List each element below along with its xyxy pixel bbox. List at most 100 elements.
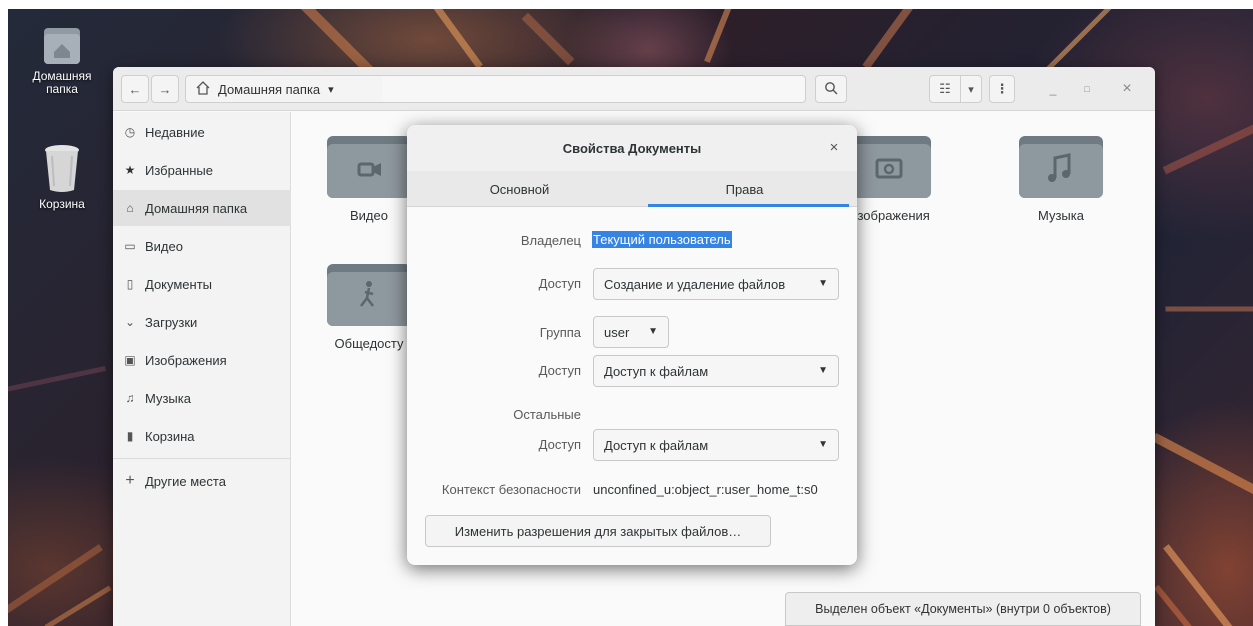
sidebar-item-other-places[interactable]: + Другие места [113,463,291,499]
trash-icon [42,142,82,194]
sidebar-item-music[interactable]: ♫ Музыка [113,380,291,416]
owner-label: Владелец [520,233,581,248]
owner-access-label: Доступ [538,276,581,291]
home-icon [196,80,210,98]
folder-music[interactable]: Музыка [1006,136,1116,223]
chevron-down-icon: ▼ [818,439,828,450]
folder-label: Музыка [1038,208,1084,223]
view-options-button[interactable]: ▾ [960,75,982,103]
sidebar-item-downloads[interactable]: ⌄ Загрузки [113,304,291,340]
maximize-icon: □ [1084,84,1090,94]
document-icon: ▯ [126,277,134,291]
minimize-icon: _ [1049,82,1057,96]
sidebar-item-videos[interactable]: ▭ Видео [113,228,291,264]
chevron-down-icon: ▼ [818,278,828,289]
trash-icon: ▮ [126,429,134,443]
sidebar-item-label: Изображения [145,352,227,368]
video-icon: ▭ [124,239,136,253]
search-icon [824,81,838,98]
path-label: Домашняя папка [218,81,321,97]
sidebar-item-home[interactable]: ⌂ Домашняя папка [113,190,291,226]
security-context-value: unconfined_u:object_r:user_home_t:s0 [593,482,818,497]
header-bar: ← → Домашняя папка ▾ ☷ ▾ ⋮ _ □ × [113,67,1155,111]
music-icon: ♫ [125,391,135,405]
sidebar-item-label: Видео [145,238,183,254]
sidebar-item-documents[interactable]: ▯ Документы [113,266,291,302]
status-text: Выделен объект «Документы» (внутри 0 объ… [815,602,1111,616]
sidebar-item-label: Другие места [145,473,226,489]
music-folder-icon [1019,136,1103,198]
group-label: Группа [539,325,581,340]
change-enclosed-permissions-button[interactable]: Изменить разрешения для закрытых файлов… [425,515,771,547]
status-bar: Выделен объект «Документы» (внутри 0 объ… [785,592,1141,626]
tab-basic[interactable]: Основной [407,171,632,207]
others-access-dropdown[interactable]: Доступ к файлам ▼ [593,429,839,461]
close-icon: × [829,139,839,156]
forward-arrow-icon: → [158,81,172,97]
desktop-icon-home[interactable]: Домашняя папка [22,24,102,96]
main-menu-button[interactable]: ⋮ [989,75,1015,103]
dialog-title: Свойства Документы [562,140,702,156]
dialog-title-bar: Свойства Документы [407,125,857,171]
chevron-down-icon: ▼ [818,365,828,376]
group-access-dropdown[interactable]: Доступ к файлам ▼ [593,355,839,387]
sidebar-item-recent[interactable]: ◷ Недавние [113,114,291,150]
group-value: user [604,324,630,340]
group-access-value: Доступ к файлам [604,363,709,379]
sidebar-item-starred[interactable]: ★ Избранные [113,152,291,188]
others-access-value: Доступ к файлам [604,437,709,453]
path-bar-home[interactable]: Домашняя папка ▾ [185,75,383,103]
public-folder-icon [327,264,411,326]
sidebar: ◷ Недавние ★ Избранные ⌂ Домашняя папка … [113,112,291,626]
sidebar-item-pictures[interactable]: ▣ Изображения [113,342,291,378]
chevron-down-icon: ▼ [648,326,658,337]
tab-label: Права [725,181,764,197]
desktop-icon-label: Домашняя папка [32,69,92,96]
star-icon: ★ [124,163,136,177]
group-access-label: Доступ [538,363,581,378]
desktop-icon-trash[interactable]: Корзина [22,142,102,211]
maximize-button[interactable]: □ [1077,79,1097,99]
sidebar-item-label: Документы [145,276,213,292]
image-icon: ▣ [124,353,136,367]
kebab-menu-icon: ⋮ [995,81,1009,96]
sidebar-item-label: Загрузки [145,314,198,330]
sidebar-item-label: Избранные [145,162,213,178]
sidebar-item-label: Музыка [145,390,191,406]
back-button[interactable]: ← [121,75,149,103]
sidebar-item-label: Недавние [145,124,205,140]
sidebar-item-label: Домашняя папка [145,200,248,216]
home-icon: ⌂ [126,201,134,215]
view-list-button[interactable]: ☷ [929,75,961,103]
dialog-tabs: Основной Права [407,171,857,207]
dialog-close-button[interactable]: × [825,139,843,157]
close-window-button[interactable]: × [1117,79,1137,99]
search-button[interactable] [815,75,847,103]
download-icon: ⌄ [124,315,136,329]
desktop-icon-label: Корзина [39,197,85,211]
tab-permissions[interactable]: Права [632,171,857,207]
owner-access-dropdown[interactable]: Создание и удаление файлов ▼ [593,268,839,300]
button-label: Изменить разрешения для закрытых файлов… [454,523,742,539]
owner-value[interactable]: Текущий пользователь [592,231,732,248]
close-icon: × [1122,80,1132,97]
minimize-button[interactable]: _ [1043,79,1063,99]
chevron-down-icon: ▾ [328,83,334,96]
folder-label: Видео [350,208,388,223]
folder-label: Общедосту [334,336,404,351]
forward-button[interactable]: → [151,75,179,103]
owner-access-value: Создание и удаление файлов [604,276,786,292]
sidebar-separator [113,458,291,459]
properties-dialog: Свойства Документы × Основной Права Влад… [407,125,857,565]
pictures-folder-icon [847,136,931,198]
others-access-label: Доступ [538,437,581,452]
sidebar-item-trash[interactable]: ▮ Корзина [113,418,291,454]
clock-icon: ◷ [124,125,136,139]
security-context-label: Контекст безопасности [441,482,581,497]
home-folder-icon [42,24,82,66]
owner-name: Текущий пользователь [592,231,732,248]
path-bar-empty [382,75,806,103]
tab-label: Основной [489,181,550,197]
sidebar-item-label: Корзина [145,428,195,444]
group-dropdown[interactable]: user ▼ [593,316,669,348]
